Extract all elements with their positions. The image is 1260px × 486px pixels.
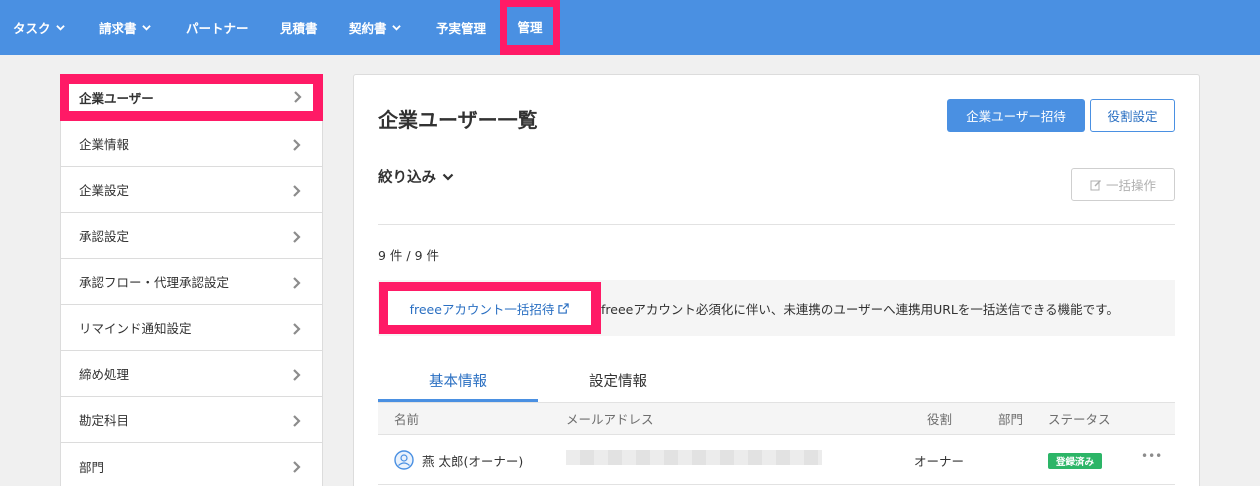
avatar-icon [394,450,414,470]
divider [378,224,1175,225]
invite-user-button[interactable]: 企業ユーザー招待 [947,99,1085,132]
bulk-action-button[interactable]: 一括操作 [1071,168,1175,201]
tab-basic-info[interactable]: 基本情報 [378,370,538,391]
sidebar-item-label: 締め処理 [79,367,130,382]
sidebar-item-approval-settings[interactable]: 承認設定 [61,213,322,259]
email-redacted [566,450,822,465]
column-header-name: 名前 [394,412,420,427]
sidebar-item-label: 企業設定 [79,183,130,198]
bulk-action-label: 一括操作 [1105,178,1156,193]
chevron-down-icon [141,25,151,31]
sidebar-item-label: 承認設定 [79,229,130,244]
user-role: オーナー [914,454,965,469]
nav-partners[interactable]: パートナー [186,0,249,55]
bulk-invite-link[interactable]: freeeアカウント一括招待 [388,291,591,325]
nav-contracts-label: 契約書 [349,21,387,36]
sidebar-item-reminder[interactable]: リマインド通知設定 [61,305,322,351]
nav-invoices[interactable]: 請求書 [99,0,151,55]
sidebar-item-closing[interactable]: 締め処理 [61,351,322,397]
tab-settings-info[interactable]: 設定情報 [538,370,698,391]
sidebar-item-label: 勘定科目 [79,413,130,428]
chevron-right-icon [293,277,301,289]
nav-budget[interactable]: 予実管理 [436,0,486,55]
sidebar-item-label: リマインド通知設定 [79,321,192,336]
chevron-right-icon [293,369,301,381]
more-options-icon[interactable]: ••• [1141,449,1162,463]
chevron-down-icon [391,25,401,31]
external-link-icon [558,302,570,314]
status-badge: 登録済み [1048,453,1102,469]
role-settings-button[interactable]: 役割設定 [1090,99,1175,132]
sidebar-item-label: 部門 [79,459,105,475]
bulk-invite-label: freeeアカウント一括招待 [409,301,555,317]
chevron-down-icon [442,173,454,181]
nav-contracts[interactable]: 契約書 [349,0,401,55]
nav-budget-label: 予実管理 [436,21,487,36]
chevron-right-icon [293,461,301,473]
chevron-right-icon [293,139,301,151]
nav-admin[interactable]: 管理 [507,7,553,45]
notice-text: freeeアカウント必須化に伴い、未連携のユーザーへ連携用URLを一括送信できる… [601,302,1119,317]
result-count: 9 件 / 9 件 [378,248,440,263]
user-name[interactable]: 燕 太郎(オーナー) [422,451,523,470]
chevron-right-icon [293,323,301,335]
sidebar-item-label: 企業ユーザー [79,91,154,106]
nav-tasks[interactable]: タスク [13,0,65,55]
column-header-dept: 部門 [998,412,1024,427]
sidebar-item-label: 承認フロー・代理承認設定 [79,275,230,290]
sidebar: 企業情報 企業設定 承認設定 承認フロー・代理承認設定 リマインド通知設定 締め… [60,74,323,486]
sidebar-item-approval-flow[interactable]: 承認フロー・代理承認設定 [61,259,322,305]
chevron-right-icon [294,91,302,103]
sidebar-item-label: 企業情報 [79,137,130,152]
row-divider [378,484,1175,485]
sidebar-item-departments[interactable]: 部門 [61,443,322,486]
chevron-down-icon [55,25,65,31]
nav-tasks-label: タスク [13,21,51,36]
sidebar-item-company-settings[interactable]: 企業設定 [61,167,322,213]
chevron-right-icon [293,415,301,427]
filter-toggle[interactable]: 絞り込み [378,166,454,187]
edit-icon [1090,179,1101,190]
nav-partners-label: パートナー [186,21,249,36]
nav-quotes-label: 見積書 [280,21,318,36]
column-header-status: ステータス [1048,412,1111,427]
nav-admin-label: 管理 [517,19,543,35]
nav-invoices-label: 請求書 [99,21,137,36]
chevron-right-icon [293,185,301,197]
sidebar-item-company-info[interactable]: 企業情報 [61,121,322,167]
chevron-right-icon [293,231,301,243]
filter-label: 絞り込み [378,170,436,186]
page-title: 企業ユーザー一覧 [378,108,538,132]
nav-quotes[interactable]: 見積書 [280,0,318,55]
sidebar-item-accounts[interactable]: 勘定科目 [61,397,322,443]
column-header-role: 役割 [927,412,953,427]
column-header-email: メールアドレス [566,412,654,427]
